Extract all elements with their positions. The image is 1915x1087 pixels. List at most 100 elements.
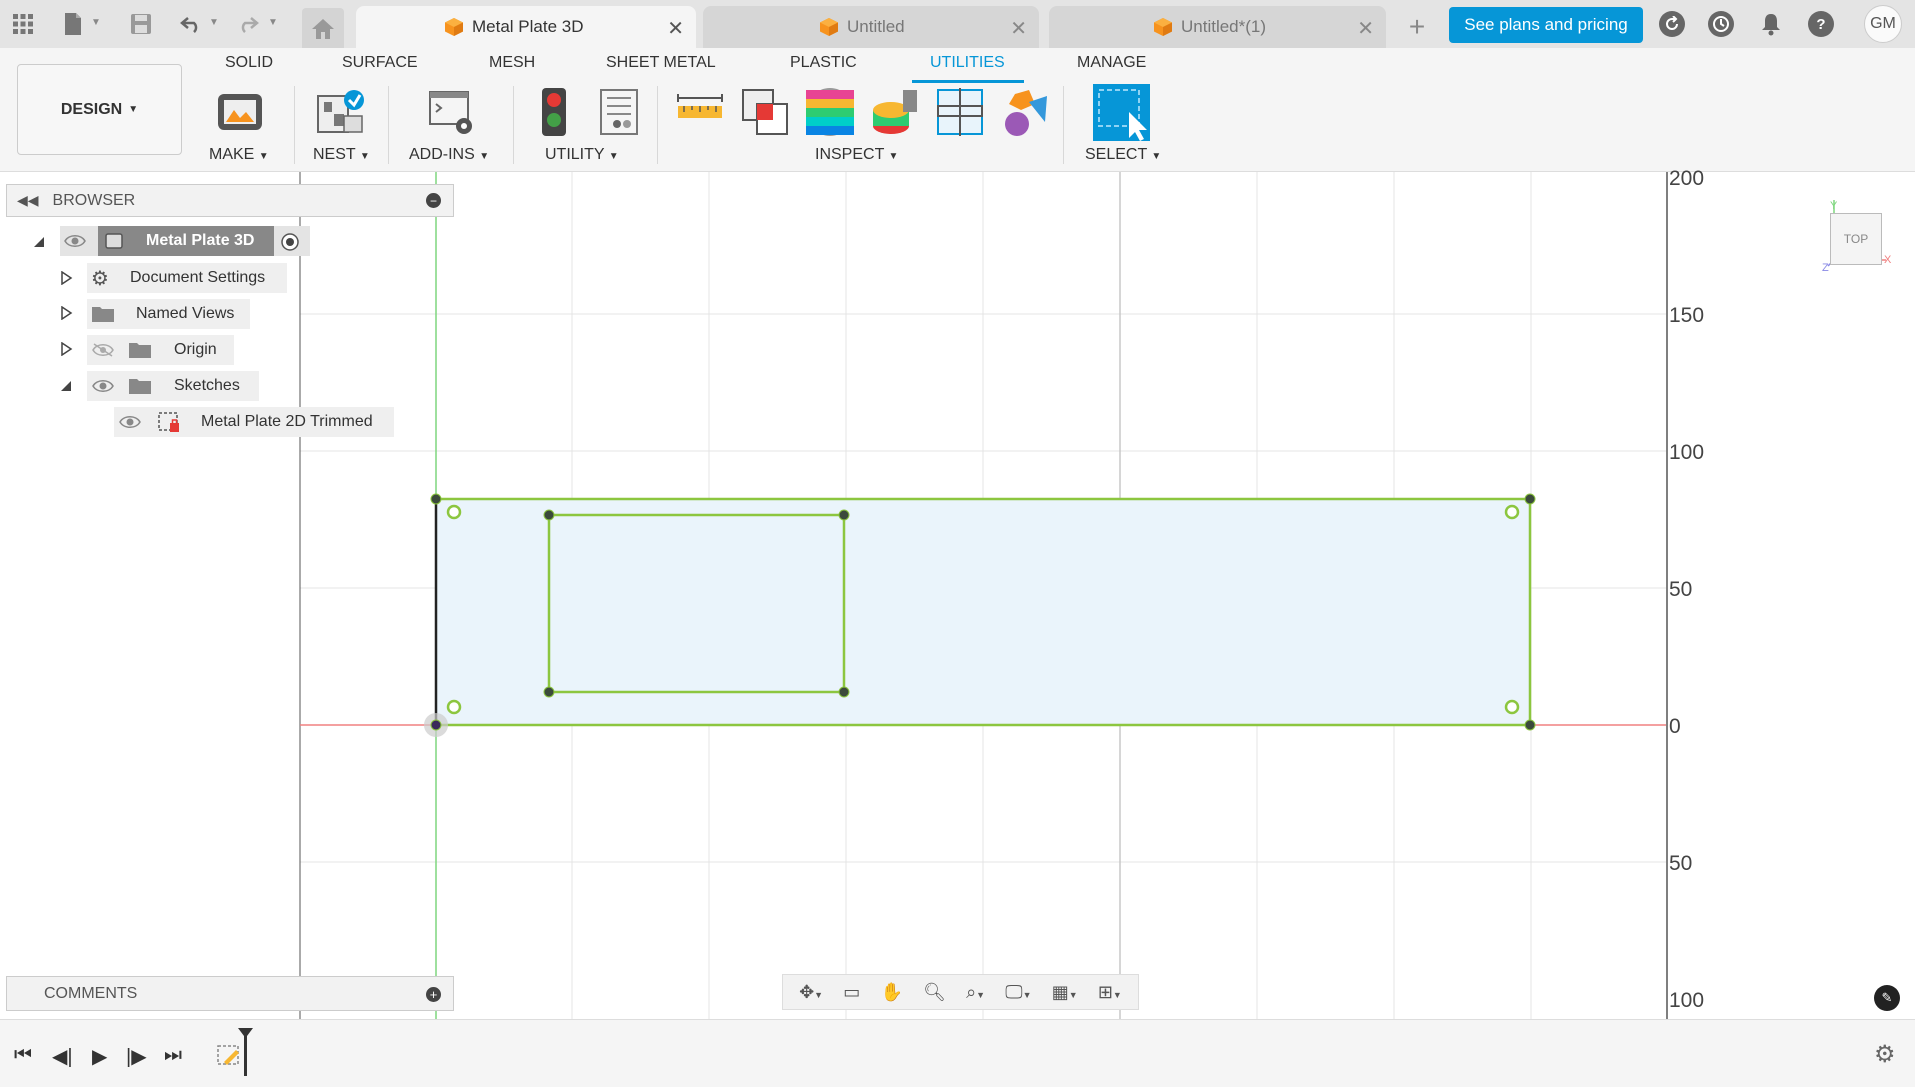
file-menu-caret-icon[interactable]: ▼ — [91, 17, 101, 28]
go-to-end-icon[interactable]: ⏭ — [164, 1044, 182, 1067]
group-nest[interactable]: NEST ▼ — [313, 146, 370, 164]
close-icon[interactable]: ✕ — [1010, 16, 1027, 41]
text-commands-icon[interactable]: ✎ — [1874, 985, 1900, 1011]
avatar[interactable]: GM — [1864, 5, 1902, 43]
workspace-switcher-button[interactable]: DESIGN ▼ — [17, 64, 182, 155]
zoom-icon[interactable]: 🔍︎ — [923, 982, 946, 1003]
folder-icon — [92, 307, 114, 322]
ribbon-toolbar: DESIGN ▼ SOLID SURFACE MESH SHEET METAL … — [0, 48, 1915, 172]
eye-hidden-icon[interactable] — [91, 342, 115, 358]
measure-icon[interactable] — [674, 86, 726, 138]
caret-down-icon: ▼ — [888, 151, 899, 162]
select-icon[interactable] — [1093, 84, 1150, 141]
activate-radio-icon[interactable] — [280, 232, 300, 252]
refresh-icon[interactable] — [1659, 11, 1685, 37]
expanded-triangle-icon[interactable] — [32, 235, 46, 249]
fit-icon[interactable]: ⌕▼ — [966, 982, 985, 1003]
tab-plastic[interactable]: PLASTIC — [790, 54, 857, 72]
nest-icon[interactable] — [314, 86, 366, 138]
pan-icon[interactable]: ✋ — [880, 982, 902, 1003]
group-addins[interactable]: ADD-INS ▼ — [409, 146, 489, 164]
tab-surface[interactable]: SURFACE — [342, 54, 418, 72]
browser-panel-header[interactable]: ◀◀ BROWSER − — [6, 184, 454, 217]
browser-item-label: Document Settings — [130, 269, 266, 286]
comments-panel-header[interactable]: COMMENTS + — [6, 976, 454, 1011]
ruler-label-neg50: 50 — [1669, 852, 1693, 875]
scripts-addins-icon[interactable] — [426, 86, 478, 138]
component-color-cycling-icon[interactable] — [999, 86, 1051, 138]
tab-untitled[interactable]: Untitled ✕ — [703, 6, 1039, 48]
navigation-bar: ✥▼ ▭ ✋ 🔍︎ ⌕▼ 🖵︎▼ ▦▼ ⊞▼ — [782, 974, 1139, 1010]
add-comment-icon[interactable]: + — [426, 987, 441, 1002]
gear-icon: ⚙ — [91, 268, 109, 290]
group-label: NEST — [313, 146, 356, 163]
close-icon[interactable]: ✕ — [667, 16, 684, 41]
file-icon[interactable] — [58, 10, 88, 38]
section-analysis-icon[interactable] — [934, 86, 986, 138]
collapsed-triangle-icon[interactable] — [59, 306, 73, 320]
collapse-panel-icon[interactable]: ◀◀ — [17, 192, 39, 209]
undo-caret-icon[interactable]: ▼ — [209, 17, 219, 28]
tab-untitled-1[interactable]: Untitled*(1) ✕ — [1049, 6, 1386, 48]
viewcube-x-label: X — [1884, 254, 1892, 266]
group-utility[interactable]: UTILITY ▼ — [545, 146, 619, 164]
redo-caret-icon[interactable]: ▼ — [268, 17, 278, 28]
save-icon[interactable] — [126, 10, 156, 38]
look-at-icon[interactable]: ▭ — [843, 982, 860, 1003]
design-canvas[interactable] — [0, 172, 1915, 1019]
compute-all-icon[interactable] — [528, 86, 580, 138]
tab-mesh[interactable]: MESH — [489, 54, 535, 72]
origin-point[interactable] — [430, 719, 442, 731]
browser-item-label: Metal Plate 2D Trimmed — [201, 413, 373, 430]
eye-icon[interactable] — [64, 233, 86, 249]
collapsed-triangle-icon[interactable] — [59, 271, 73, 285]
close-icon[interactable]: ✕ — [1357, 16, 1374, 41]
tab-sheet-metal[interactable]: SHEET METAL — [606, 54, 716, 72]
group-select[interactable]: SELECT ▼ — [1085, 146, 1161, 164]
timeline-marker-handle[interactable] — [238, 1028, 253, 1038]
gear-icon[interactable]: ⚙ — [1874, 1040, 1896, 1069]
group-inspect[interactable]: INSPECT ▼ — [815, 146, 898, 164]
help-icon[interactable]: ? — [1808, 11, 1834, 37]
sketch-viewport[interactable] — [0, 172, 1915, 1019]
new-tab-icon[interactable]: + — [1400, 10, 1434, 44]
minimize-icon[interactable]: − — [426, 193, 441, 208]
browser-item-document-settings[interactable]: Document Settings — [87, 263, 287, 293]
play-icon[interactable]: ▶ — [92, 1044, 107, 1069]
go-to-start-icon[interactable]: ⏮ — [14, 1044, 32, 1067]
tab-solid[interactable]: SOLID — [225, 54, 273, 72]
collapsed-triangle-icon[interactable] — [59, 342, 73, 356]
interference-icon[interactable] — [739, 86, 791, 138]
bell-icon[interactable] — [1758, 11, 1784, 37]
draft-analysis-icon[interactable] — [869, 86, 921, 138]
group-divider — [513, 86, 514, 164]
clock-icon[interactable] — [1708, 11, 1734, 37]
redo-icon[interactable] — [233, 10, 263, 38]
browser-item-root[interactable]: Metal Plate 3D — [98, 226, 274, 256]
expanded-triangle-icon[interactable] — [59, 379, 73, 393]
viewports-icon[interactable]: ⊞▼ — [1098, 982, 1122, 1003]
zebra-analysis-icon[interactable] — [804, 86, 856, 138]
timeline-marker[interactable] — [244, 1032, 247, 1076]
3d-print-icon[interactable] — [214, 86, 266, 138]
eye-icon[interactable] — [91, 378, 115, 394]
viewcube[interactable]: TOP — [1830, 213, 1882, 265]
see-plans-button[interactable]: See plans and pricing — [1449, 7, 1643, 43]
parameters-icon[interactable] — [593, 86, 645, 138]
tab-metal-plate-3d[interactable]: Metal Plate 3D ✕ — [356, 6, 696, 48]
grid-icon[interactable] — [8, 10, 38, 38]
active-tab-indicator — [912, 80, 1024, 83]
group-make[interactable]: MAKE ▼ — [209, 146, 269, 164]
tab-utilities[interactable]: UTILITIES — [930, 54, 1005, 72]
grid-settings-icon[interactable]: ▦▼ — [1052, 982, 1078, 1003]
step-forward-icon[interactable]: |▶ — [126, 1044, 147, 1069]
eye-icon[interactable] — [118, 414, 142, 430]
step-back-icon[interactable]: ◀| — [52, 1044, 73, 1069]
orbit-icon[interactable]: ✥▼ — [799, 982, 823, 1003]
tab-manage[interactable]: MANAGE — [1077, 54, 1146, 72]
home-icon[interactable] — [302, 8, 344, 50]
display-settings-icon[interactable]: 🖵︎▼ — [1005, 982, 1031, 1003]
undo-icon[interactable] — [176, 10, 206, 38]
timeline-sketch-feature-icon[interactable] — [216, 1042, 244, 1068]
browser-title: BROWSER — [52, 191, 136, 209]
